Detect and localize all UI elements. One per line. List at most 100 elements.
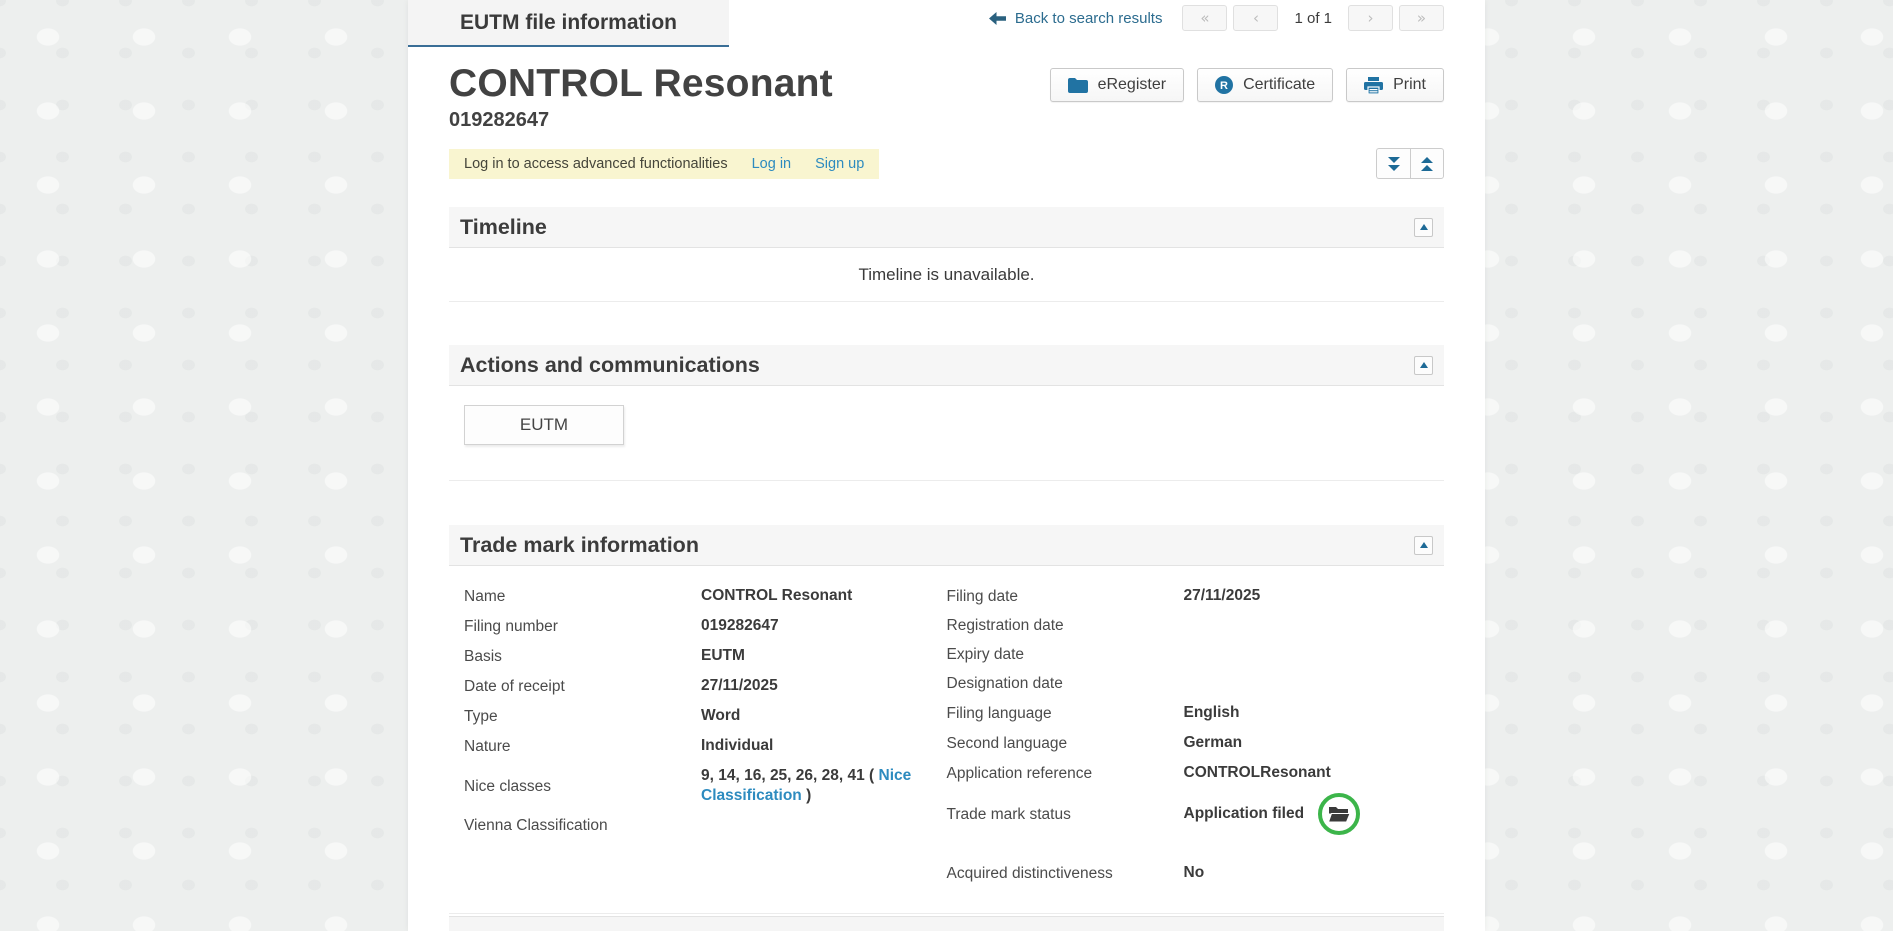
field-row: NatureIndividual	[464, 736, 917, 756]
eregister-label: eRegister	[1098, 76, 1166, 94]
open-folder-icon	[1327, 804, 1351, 824]
field-row: Application referenceCONTROLResonant	[947, 763, 1443, 783]
field-label: Nice classes	[464, 777, 701, 796]
field-label: Nature	[464, 737, 701, 756]
title-block: CONTROL Resonant 019282647	[449, 62, 833, 133]
trademark-status-icon	[1318, 793, 1360, 835]
field-value: German	[1184, 733, 1243, 753]
timeline-empty-message: Timeline is unavailable.	[858, 265, 1034, 285]
previous-page-icon: ‹	[1253, 9, 1259, 27]
field-row: TypeWord	[464, 706, 917, 726]
expand-all-button[interactable]	[1376, 148, 1410, 179]
field-row: Filing date27/11/2025	[947, 586, 1443, 606]
top-bar: EUTM file information Back to search res…	[449, 0, 1444, 47]
eutm-tab-button[interactable]: EUTM	[464, 405, 624, 445]
back-link-label: Back to search results	[1015, 10, 1163, 27]
field-label: Basis	[464, 647, 701, 666]
actions-body: EUTM	[449, 386, 1444, 480]
field-value: CONTROLResonant	[1184, 763, 1331, 783]
timeline-section-title: Timeline	[460, 215, 547, 240]
chevron-up-icon	[1420, 542, 1428, 548]
field-row: Filing number019282647	[464, 616, 917, 636]
tab-eutm-file-information[interactable]: EUTM file information	[408, 0, 729, 47]
trademark-info-left-column: NameCONTROL ResonantFiling number0192826…	[449, 586, 947, 893]
topbar-right: Back to search results « ‹ 1 of 1 › »	[989, 5, 1444, 31]
certificate-button[interactable]: R Certificate	[1197, 68, 1333, 102]
page-title: CONTROL Resonant	[449, 62, 833, 105]
field-label: Filing language	[947, 704, 1184, 723]
field-label: Date of receipt	[464, 677, 701, 696]
next-page-button[interactable]: ›	[1348, 5, 1393, 31]
login-banner-message: Log in to access advanced functionalitie…	[464, 156, 728, 172]
field-row: Expiry date	[947, 645, 1443, 664]
field-label: Acquired distinctiveness	[947, 864, 1184, 883]
first-page-icon: «	[1200, 9, 1209, 27]
field-value: Individual	[701, 736, 773, 756]
field-value: CONTROL Resonant	[701, 586, 852, 606]
actions-communications-section: Actions and communications EUTM	[449, 345, 1444, 481]
field-row: Trade mark statusApplication filed	[947, 793, 1443, 835]
sign-up-link[interactable]: Sign up	[815, 156, 864, 172]
double-chevron-up-icon	[1420, 156, 1434, 172]
actions-collapse-button[interactable]	[1414, 356, 1433, 375]
next-page-icon: ›	[1368, 9, 1374, 27]
timeline-section-header: Timeline	[449, 207, 1444, 248]
field-row: BasisEUTM	[464, 646, 917, 666]
action-buttons: eRegister R Certificate Print	[1050, 68, 1444, 102]
back-to-search-results-link[interactable]: Back to search results	[989, 10, 1163, 27]
login-row: Log in to access advanced functionalitie…	[449, 148, 1444, 179]
field-row: Date of receipt27/11/2025	[464, 676, 917, 696]
first-page-button[interactable]: «	[1182, 5, 1227, 31]
timeline-section: Timeline Timeline is unavailable.	[449, 207, 1444, 302]
double-chevron-down-icon	[1387, 156, 1401, 172]
timeline-body: Timeline is unavailable.	[449, 248, 1444, 301]
collapse-all-button[interactable]	[1410, 148, 1444, 179]
last-page-button[interactable]: »	[1399, 5, 1444, 31]
field-label: Application reference	[947, 764, 1184, 783]
trademark-info-body: NameCONTROL ResonantFiling number0192826…	[449, 566, 1444, 913]
chevron-up-icon	[1420, 224, 1428, 230]
trademark-collapse-button[interactable]	[1414, 536, 1433, 555]
field-row: NameCONTROL Resonant	[464, 586, 917, 606]
print-button[interactable]: Print	[1346, 68, 1444, 102]
nice-classification-link[interactable]: Nice Classification	[701, 767, 911, 804]
trademark-section-header: Trade mark information	[449, 525, 1444, 566]
field-value: 019282647	[701, 616, 779, 636]
field-row: Registration date	[947, 616, 1443, 635]
field-row: Designation date	[947, 674, 1443, 693]
timeline-collapse-button[interactable]	[1414, 218, 1433, 237]
field-value: 27/11/2025	[701, 676, 778, 696]
tab-label: EUTM file information	[460, 11, 677, 34]
certificate-label: Certificate	[1243, 76, 1315, 94]
actions-section-title: Actions and communications	[460, 353, 760, 378]
field-value: English	[1184, 703, 1240, 723]
field-label: Name	[464, 587, 701, 606]
field-row: Vienna Classification	[464, 816, 917, 835]
field-value: No	[1184, 863, 1205, 883]
registered-mark-icon: R	[1215, 76, 1233, 94]
log-in-link[interactable]: Log in	[752, 156, 792, 172]
field-value: 9, 14, 16, 25, 26, 28, 41 ( Nice Classif…	[701, 766, 917, 806]
field-label: Vienna Classification	[464, 816, 701, 835]
last-page-icon: »	[1417, 9, 1426, 27]
field-row: Nice classes9, 14, 16, 25, 26, 28, 41 ( …	[464, 766, 917, 806]
eregister-button[interactable]: eRegister	[1050, 68, 1184, 102]
field-label: Filing date	[947, 587, 1184, 606]
eutm-file-page: EUTM file information Back to search res…	[408, 0, 1485, 931]
next-section-strip	[449, 916, 1444, 931]
field-label: Trade mark status	[947, 805, 1184, 824]
title-row: CONTROL Resonant 019282647 eRegister R C…	[449, 62, 1444, 133]
trademark-info-right-column: Filing date27/11/2025Registration dateEx…	[947, 586, 1445, 893]
previous-page-button[interactable]: ‹	[1233, 5, 1278, 31]
print-label: Print	[1393, 76, 1426, 94]
application-number: 019282647	[449, 107, 833, 133]
field-label: Registration date	[947, 616, 1184, 635]
field-value: Application filed	[1184, 804, 1305, 824]
trademark-section-title: Trade mark information	[460, 533, 699, 558]
field-value: 27/11/2025	[1184, 586, 1261, 606]
page-indicator: 1 of 1	[1284, 10, 1342, 27]
field-label: Filing number	[464, 617, 701, 636]
trademark-information-section: Trade mark information NameCONTROL Reson…	[449, 525, 1444, 914]
login-banner: Log in to access advanced functionalitie…	[449, 149, 879, 179]
actions-section-header: Actions and communications	[449, 345, 1444, 386]
